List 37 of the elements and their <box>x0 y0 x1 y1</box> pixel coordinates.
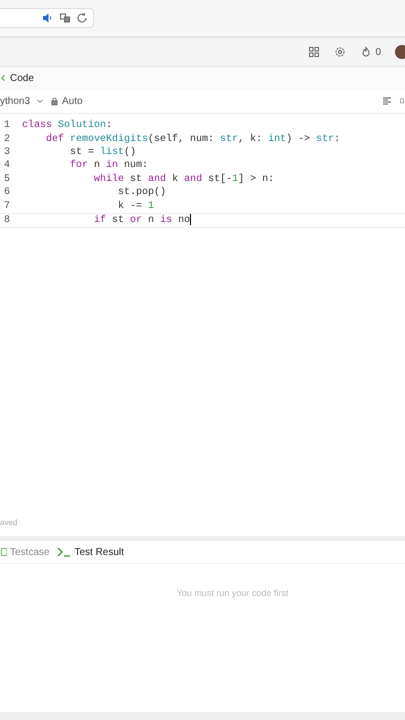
avatar[interactable] <box>395 45 405 59</box>
line-number: 6 <box>3 187 12 198</box>
settings-icon[interactable] <box>334 46 346 58</box>
language-selector[interactable]: ython3 <box>0 96 30 106</box>
flame-icon[interactable] <box>360 46 372 58</box>
code-text: while st and k and st[-1] > n: <box>93 174 274 185</box>
line-number: 7 <box>3 200 12 212</box>
lock-icon[interactable] <box>50 96 60 106</box>
line-number: 8 <box>3 214 12 226</box>
panel-tab[interactable]: Test Result <box>57 546 124 558</box>
address-field[interactable] <box>0 8 94 28</box>
code-tab[interactable]: Code <box>10 72 34 84</box>
panel-tab[interactable]: Testcase <box>0 546 50 558</box>
layout-icon[interactable] <box>308 46 320 58</box>
code-text: k -= 1 <box>117 200 154 212</box>
document-icon <box>0 547 7 557</box>
line-number: 5 <box>3 174 12 185</box>
chevron-icon[interactable] <box>36 97 44 105</box>
line-number: 1 <box>3 120 12 132</box>
code-text: class Solution: <box>22 120 112 132</box>
format-icon[interactable] <box>381 95 393 107</box>
line-number: 4 <box>3 160 12 172</box>
save-status: aved <box>0 517 18 529</box>
result-message: You must run your code first <box>176 588 288 598</box>
code-text: def removeKdigits(self, num: str, k: int) -> str: <box>45 134 340 145</box>
line-number: 3 <box>3 146 12 158</box>
translate-icon[interactable] <box>59 12 71 24</box>
streak-count: 0 <box>375 46 381 58</box>
code-text: if st or n is no <box>93 214 192 226</box>
line-number: 2 <box>3 134 12 145</box>
code-text: st.pop() <box>117 187 166 198</box>
terminal-icon <box>57 547 72 557</box>
reload-icon[interactable] <box>76 12 88 24</box>
code-text: for n in num: <box>69 160 148 172</box>
speaker-icon[interactable] <box>42 12 54 24</box>
mode-label: Auto <box>62 96 83 106</box>
code-text: st = list() <box>69 146 136 158</box>
